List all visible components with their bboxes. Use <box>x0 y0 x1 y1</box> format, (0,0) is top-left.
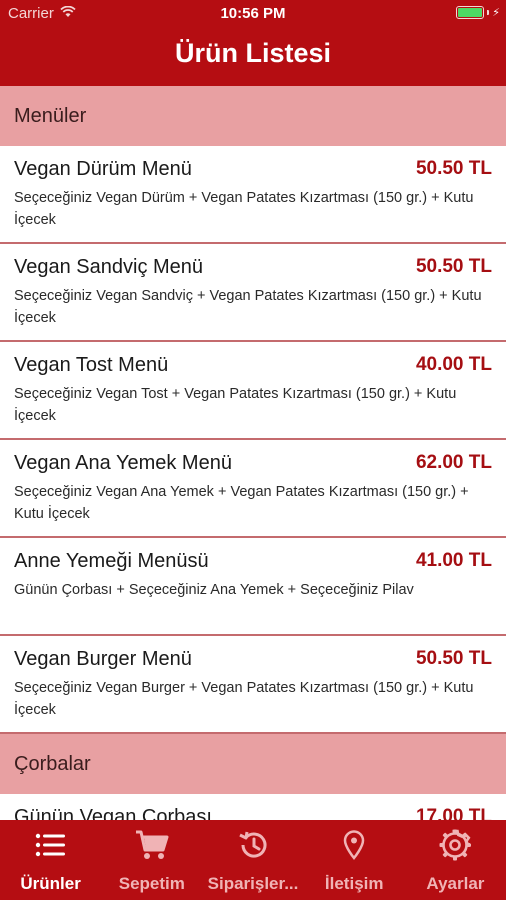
item-name: Vegan Burger Menü <box>14 648 192 670</box>
battery-icon <box>456 6 485 19</box>
tab-orders[interactable]: Siparişler... <box>202 820 303 900</box>
item-price: 50.50 TL <box>415 648 492 669</box>
section-header-soups: Çorbalar <box>0 734 506 794</box>
list-item[interactable]: Vegan Burger Menü 50.50 TL Seçeceğiniz V… <box>0 636 506 734</box>
tab-products[interactable]: Ürünler <box>0 820 101 900</box>
item-price: 17.00 TL <box>415 806 492 820</box>
item-description: Seçeceğiniz Vegan Tost + Vegan Patates K… <box>14 386 457 424</box>
item-price: 50.50 TL <box>415 256 492 277</box>
tab-contact[interactable]: İletişim <box>304 820 405 900</box>
status-time: 10:56 PM <box>220 5 286 22</box>
gear-icon <box>438 828 472 862</box>
item-name: Anne Yemeği Menüsü <box>14 550 209 572</box>
list-item[interactable]: Anne Yemeği Menüsü 41.00 TL Günün Çorbas… <box>0 538 506 636</box>
tab-settings[interactable]: Ayarlar <box>405 820 506 900</box>
item-description: Günün Çorbası + Seçeceğiniz Ana Yemek + … <box>14 582 414 598</box>
item-name: Vegan Ana Yemek Menü <box>14 452 232 474</box>
item-name: Vegan Tost Menü <box>14 354 169 376</box>
item-name: Günün Vegan Çorbası <box>14 806 212 820</box>
status-bar: Carrier 10:56 PM ⚡ <box>0 0 506 28</box>
charging-icon: ⚡ <box>492 7 500 19</box>
section-header-menus: Menüler <box>0 86 506 146</box>
list-item[interactable]: Vegan Tost Menü 40.00 TL Seçeceğiniz Veg… <box>0 342 506 440</box>
item-price: 62.00 TL <box>415 452 492 473</box>
product-list[interactable]: Menüler Vegan Dürüm Menü 50.50 TL Seçece… <box>0 86 506 820</box>
item-name: Vegan Dürüm Menü <box>14 158 192 180</box>
history-icon <box>236 828 270 862</box>
tab-bar: Ürünler Sepetim Siparişler... İletişim A… <box>0 820 506 900</box>
item-price: 50.50 TL <box>415 158 492 179</box>
tab-label: Ürünler <box>20 874 81 893</box>
list-icon <box>34 828 68 862</box>
item-name: Vegan Sandviç Menü <box>14 256 204 278</box>
tab-cart[interactable]: Sepetim <box>101 820 202 900</box>
item-price: 40.00 TL <box>415 354 492 375</box>
cart-icon <box>135 828 169 862</box>
item-description: Seçeceğiniz Vegan Ana Yemek + Vegan Pata… <box>14 484 469 522</box>
location-pin-icon <box>337 828 371 862</box>
tab-label: Ayarlar <box>426 874 485 893</box>
item-description: Seçeceğiniz Vegan Burger + Vegan Patates… <box>14 680 474 718</box>
list-item[interactable]: Vegan Ana Yemek Menü 62.00 TL Seçeceğini… <box>0 440 506 538</box>
nav-header: Carrier 10:56 PM ⚡ Ürün Listesi <box>0 0 506 86</box>
list-item[interactable]: Vegan Sandviç Menü 50.50 TL Seçeceğiniz … <box>0 244 506 342</box>
list-item[interactable]: Günün Vegan Çorbası 17.00 TL <box>0 794 506 820</box>
page-title: Ürün Listesi <box>174 38 332 68</box>
item-description: Seçeceğiniz Vegan Sandviç + Vegan Patate… <box>14 288 482 326</box>
tab-label: Siparişler... <box>207 874 299 893</box>
item-price: 41.00 TL <box>415 550 492 571</box>
tab-label: İletişim <box>324 874 384 893</box>
list-item[interactable]: Vegan Dürüm Menü 50.50 TL Seçeceğiniz Ve… <box>0 146 506 244</box>
tab-label: Sepetim <box>118 874 185 893</box>
item-description: Seçeceğiniz Vegan Dürüm + Vegan Patates … <box>14 190 474 228</box>
